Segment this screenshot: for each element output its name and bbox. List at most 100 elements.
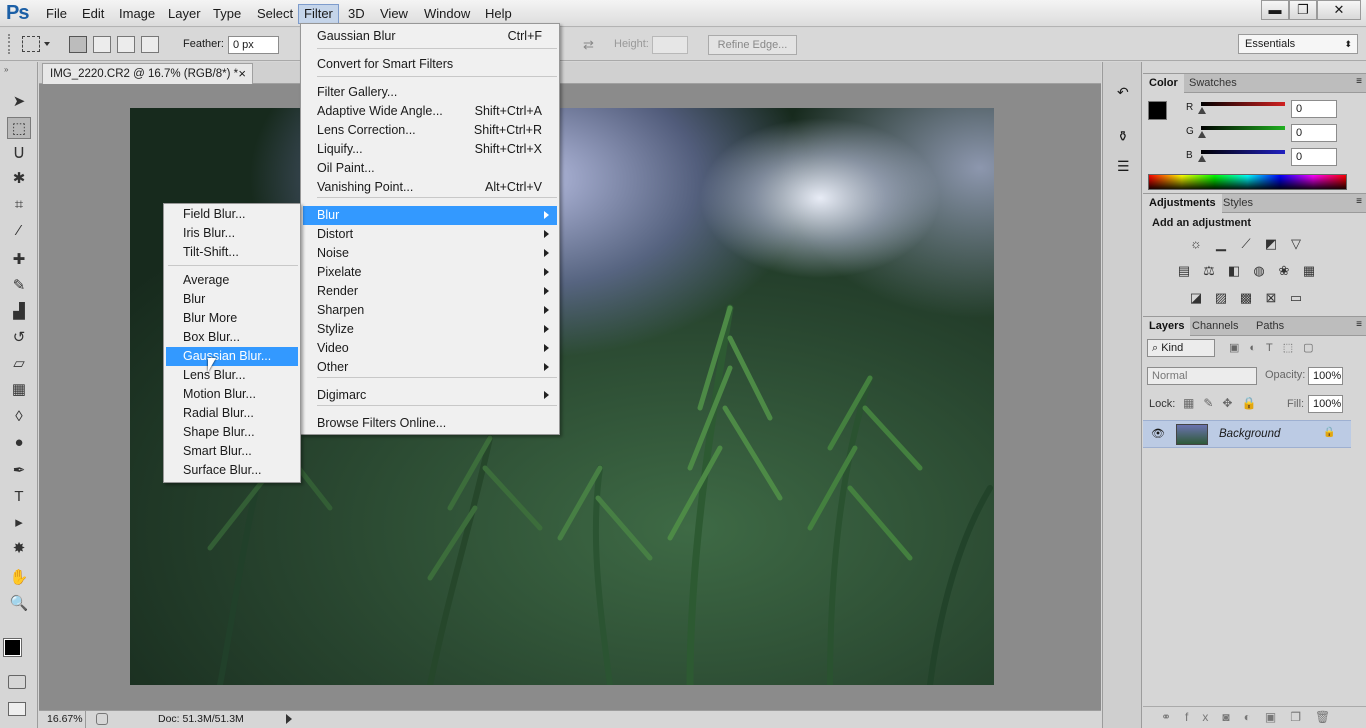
blur-menu-item[interactable]: Gaussian Blur... (166, 347, 298, 366)
menu-select[interactable]: Select (252, 5, 298, 23)
layers-footer-icons[interactable]: ⚭fx◙◐▣❐🗑 (1143, 706, 1366, 728)
panel-menu-icon[interactable]: ≡ (1356, 196, 1362, 207)
menu-3d[interactable]: 3D (343, 5, 370, 23)
channel-mixer-icon[interactable]: ❀ (1276, 263, 1292, 279)
add-selection-icon[interactable] (93, 36, 111, 53)
dodge-tool-icon[interactable]: ● (7, 432, 31, 454)
blur-menu-item[interactable]: Radial Blur... (166, 404, 298, 423)
channel-value-input[interactable]: 0 (1291, 124, 1337, 142)
filter-menu-item[interactable]: Distort (303, 225, 557, 244)
channel-slider[interactable] (1201, 102, 1285, 106)
filter-menu-item[interactable]: Blur (303, 206, 557, 225)
tab-styles[interactable]: Styles (1217, 194, 1259, 213)
channel-slider[interactable] (1201, 150, 1285, 154)
layer-kind-filter[interactable]: ⌕ Kind (1147, 339, 1215, 357)
spot-healing-tool-icon[interactable]: ✚ (7, 249, 31, 271)
slider-handle-icon[interactable] (1198, 107, 1206, 114)
blur-menu-item[interactable]: Field Blur... (166, 205, 298, 224)
tab-layers[interactable]: Layers (1143, 317, 1191, 336)
hand-tool-icon[interactable]: ✋ (7, 567, 31, 589)
threshold-icon[interactable]: ▩ (1238, 290, 1254, 306)
filter-menu-item[interactable]: Filter Gallery... (303, 83, 557, 102)
zoom-tool-icon[interactable]: 🔍 (7, 593, 31, 615)
panel-menu-icon[interactable]: ≡ (1356, 319, 1362, 330)
brush-presets-icon[interactable]: ⚱ (1117, 128, 1135, 146)
tab-color[interactable]: Color (1143, 74, 1184, 93)
marquee-preset-icon[interactable] (22, 36, 40, 52)
slider-handle-icon[interactable] (1198, 131, 1206, 138)
chevron-down-icon[interactable] (44, 42, 50, 46)
filter-menu-item[interactable]: Browse Filters Online... (303, 414, 557, 433)
channel-slider[interactable] (1201, 126, 1285, 130)
menu-filter[interactable]: Filter (298, 4, 339, 24)
tab-paths[interactable]: Paths (1250, 317, 1290, 336)
brush-tool-icon[interactable]: ✎ (7, 275, 31, 297)
height-input[interactable] (652, 36, 688, 54)
opacity-input[interactable]: 100% (1308, 367, 1343, 385)
eyedropper-tool-icon[interactable]: ⁄ (7, 220, 31, 242)
color-lookup-icon[interactable]: ▦ (1301, 263, 1317, 279)
quick-mask-icon[interactable] (8, 675, 26, 689)
curves-icon[interactable]: ⟋ (1238, 236, 1254, 252)
brightness-icon[interactable]: ☼ (1188, 236, 1204, 252)
filter-menu-item[interactable]: Liquify... Shift+Ctrl+X (303, 140, 557, 159)
history-icon[interactable]: ↶ (1117, 84, 1135, 102)
menu-layer[interactable]: Layer (163, 5, 206, 23)
blur-menu-item[interactable]: Blur (166, 290, 298, 309)
gradient-map-icon[interactable]: ▭ (1288, 290, 1304, 306)
refine-edge-button[interactable]: Refine Edge... (708, 35, 797, 55)
filter-menu-item[interactable]: Render (303, 282, 557, 301)
blur-menu-item[interactable]: Tilt-Shift... (166, 243, 298, 262)
panel-menu-icon[interactable]: ≡ (1356, 76, 1362, 87)
menu-help[interactable]: Help (480, 5, 517, 23)
filter-menu-item[interactable]: Video (303, 339, 557, 358)
blur-menu-item[interactable]: Iris Blur... (166, 224, 298, 243)
channel-value-input[interactable]: 0 (1291, 100, 1337, 118)
gradient-tool-icon[interactable]: ▦ (7, 379, 31, 401)
menu-window[interactable]: Window (419, 5, 475, 23)
levels-icon[interactable]: ▁ (1213, 236, 1229, 252)
status-menu-arrow-icon[interactable] (286, 714, 292, 724)
move-tool-icon[interactable]: ➤ (7, 91, 31, 113)
tab-swatches[interactable]: Swatches (1183, 74, 1243, 93)
filter-menu-item[interactable]: Digimarc (303, 386, 557, 405)
hue-saturation-icon[interactable]: ▤ (1176, 263, 1192, 279)
foreground-color-swatch[interactable] (3, 638, 22, 657)
filter-menu-item[interactable]: Oil Paint... (303, 159, 557, 178)
clone-stamp-tool-icon[interactable]: ▟ (7, 301, 31, 323)
filter-menu-item[interactable]: Convert for Smart Filters (303, 55, 557, 74)
document-tab[interactable]: IMG_2220.CR2 @ 16.7% (RGB/8*) * × (42, 63, 253, 84)
new-selection-icon[interactable] (69, 36, 87, 53)
blur-menu-item[interactable]: Shape Blur... (166, 423, 298, 442)
posterize-icon[interactable]: ▨ (1213, 290, 1229, 306)
filter-menu-item[interactable]: Noise (303, 244, 557, 263)
menu-type[interactable]: Type (208, 5, 246, 23)
foreground-color-swatch[interactable] (1148, 101, 1167, 120)
close-button[interactable]: ✕ (1317, 0, 1361, 20)
subtract-selection-icon[interactable] (117, 36, 135, 53)
filter-menu-item[interactable]: Vanishing Point... Alt+Ctrl+V (303, 178, 557, 197)
tab-channels[interactable]: Channels (1186, 317, 1244, 336)
workspace-dropdown[interactable]: Essentials ⬍ (1238, 34, 1358, 54)
blur-menu-item[interactable]: Blur More (166, 309, 298, 328)
quick-selection-tool-icon[interactable]: ✱ (7, 168, 31, 190)
tab-adjustments[interactable]: Adjustments (1143, 194, 1222, 213)
layer-filter-icons[interactable]: ▣◐T⬚▢ (1229, 341, 1324, 354)
blur-menu-item[interactable]: Lens Blur... (166, 366, 298, 385)
exposure-icon[interactable]: ◩ (1263, 236, 1279, 252)
intersect-selection-icon[interactable] (141, 36, 159, 53)
fill-input[interactable]: 100% (1308, 395, 1343, 413)
type-tool-icon[interactable]: T (7, 486, 31, 508)
lasso-tool-icon[interactable]: ᑌ (7, 143, 31, 165)
history-brush-tool-icon[interactable]: ↺ (7, 327, 31, 349)
layer-name[interactable]: Background (1219, 428, 1280, 440)
eye-icon[interactable]: 👁 (1151, 427, 1165, 440)
blur-tool-icon[interactable]: ◊ (7, 406, 31, 428)
collapse-icon[interactable]: » (4, 65, 8, 74)
screen-mode-icon[interactable] (8, 702, 26, 716)
blur-menu-item[interactable]: Surface Blur... (166, 461, 298, 480)
filter-menu-item[interactable]: Adaptive Wide Angle... Shift+Ctrl+A (303, 102, 557, 121)
slider-handle-icon[interactable] (1198, 155, 1206, 162)
rectangular-marquee-tool-icon[interactable]: ⬚ (7, 117, 31, 139)
blur-menu-item[interactable]: Smart Blur... (166, 442, 298, 461)
